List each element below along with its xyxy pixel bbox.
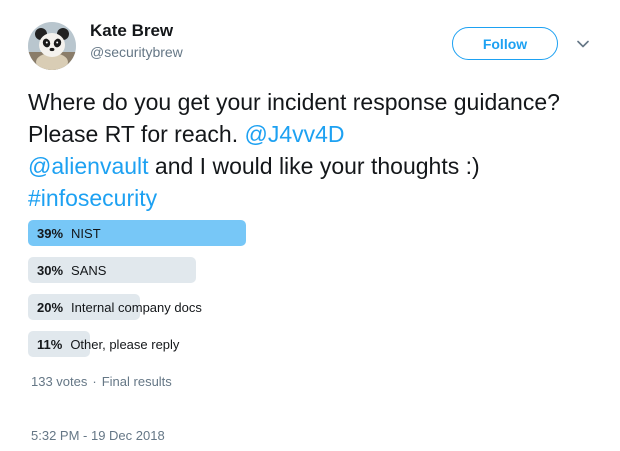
poll-percent: 30% [37, 262, 64, 278]
mention-link[interactable]: @J4vv4D [244, 121, 344, 147]
poll: 39% NIST 30% SANS 20% Internal company docs 11… [28, 220, 588, 368]
poll-label: SANS [71, 262, 107, 278]
meta-separator: · [92, 374, 97, 389]
poll-option: 30% SANS [28, 257, 588, 283]
poll-label: NIST [71, 225, 101, 241]
chevron-down-icon[interactable] [576, 37, 590, 51]
poll-label: Other, please reply [70, 336, 180, 352]
user-name[interactable]: Kate Brew [90, 21, 173, 41]
panda-avatar-icon [28, 22, 76, 70]
avatar[interactable] [28, 22, 76, 70]
mention-link[interactable]: @alienvault [28, 153, 149, 179]
tweet-card: Kate Brew @securitybrew Follow Where do … [0, 0, 620, 451]
poll-percent: 11% [37, 336, 63, 352]
poll-meta: 133 votes · Final results [31, 374, 172, 389]
tweet-text: Where do you get your incident response … [28, 86, 598, 214]
follow-button[interactable]: Follow [452, 27, 558, 60]
poll-label: Internal company docs [71, 299, 202, 315]
poll-option: 20% Internal company docs [28, 294, 588, 320]
poll-percent: 39% [37, 225, 64, 241]
user-handle[interactable]: @securitybrew [90, 44, 183, 60]
tweet-timestamp[interactable]: 5:32 PM - 19 Dec 2018 [31, 428, 165, 443]
hashtag-link[interactable]: #infosecurity [28, 185, 157, 211]
poll-option: 11% Other, please reply [28, 331, 588, 357]
tweet-text-part: and I would like your thoughts :) [148, 153, 480, 179]
poll-option-text: 30% SANS [28, 263, 106, 278]
poll-votes: 133 votes [31, 374, 88, 389]
poll-option-text: 11% Other, please reply [28, 337, 179, 352]
poll-option-text: 39% NIST [28, 226, 101, 241]
poll-percent: 20% [37, 299, 64, 315]
poll-status: Final results [101, 374, 172, 389]
poll-option: 39% NIST [28, 220, 588, 246]
poll-option-text: 20% Internal company docs [28, 300, 202, 315]
